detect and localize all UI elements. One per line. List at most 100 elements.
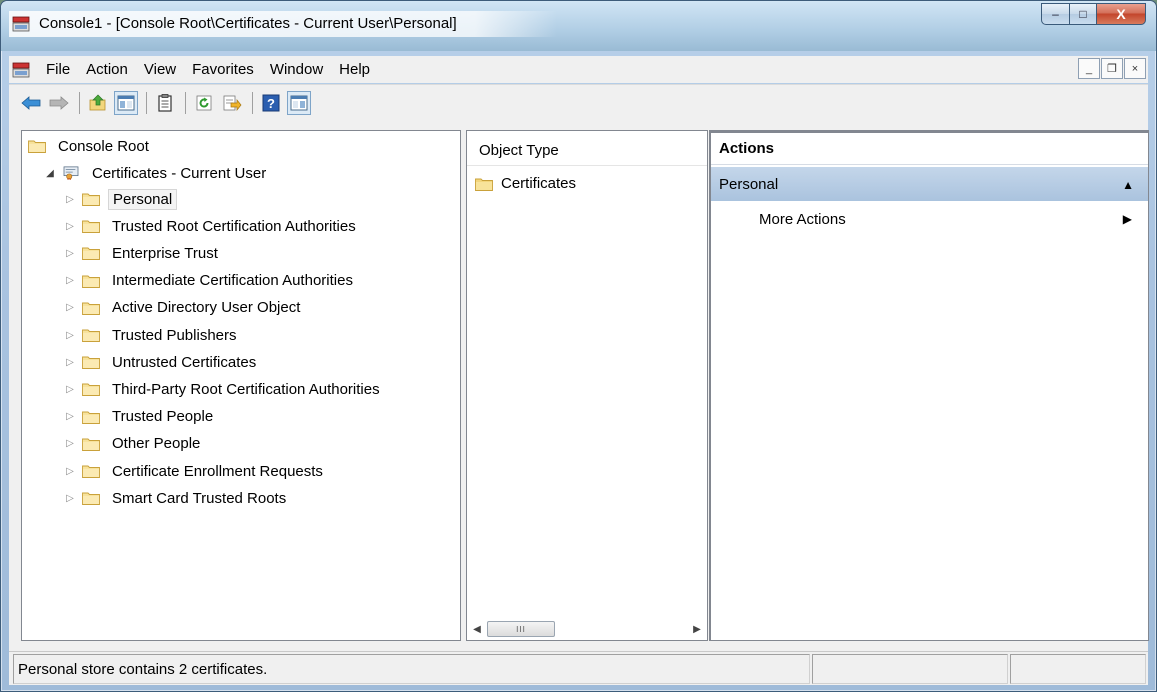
tree-node-store[interactable]: ▷ Untrusted Certificates: [64, 350, 260, 374]
mdi-close-button[interactable]: ×: [1124, 58, 1146, 79]
refresh-icon: [196, 95, 212, 110]
caption-buttons: – □ X: [1041, 3, 1146, 25]
mdi-minimize-button[interactable]: _: [1078, 58, 1100, 79]
tree-label: Console Root: [58, 137, 149, 155]
menu-window[interactable]: Window: [262, 61, 331, 78]
action-label: More Actions: [759, 210, 846, 228]
status-text: Personal store contains 2 certificates.: [13, 654, 810, 684]
show-hide-console-tree-icon: [117, 95, 135, 110]
list-item-certificates[interactable]: Certificates: [475, 175, 576, 192]
menu-action[interactable]: Action: [78, 61, 136, 78]
console-tree-pane[interactable]: Console Root ◢ Certificates - Current Us…: [21, 130, 461, 641]
up-one-level-button[interactable]: [86, 91, 110, 115]
back-button[interactable]: [19, 91, 43, 115]
folder-icon: [82, 220, 100, 234]
folder-icon: [28, 140, 46, 153]
tree-node-store[interactable]: ▷ Personal: [64, 187, 178, 211]
column-header-object-type[interactable]: Object Type: [467, 131, 707, 166]
help-button[interactable]: ?: [259, 91, 283, 115]
main-area: Console Root ◢ Certificates - Current Us…: [9, 120, 1149, 651]
collapsed-arrow-icon[interactable]: ▷: [64, 193, 76, 205]
status-bar: Personal store contains 2 certificates.: [9, 651, 1148, 685]
forward-button[interactable]: [47, 91, 71, 115]
tree-node-store[interactable]: ▷ Trusted People: [64, 405, 217, 429]
collapsed-arrow-icon[interactable]: ▷: [64, 438, 76, 450]
tree-node-console-root[interactable]: Console Root: [28, 134, 153, 158]
status-panel-3: [1010, 654, 1146, 684]
tree-node-certificates-current-user[interactable]: ◢ Certificates - Current User: [44, 161, 270, 185]
tree-label: Third-Party Root Certification Authoriti…: [112, 380, 380, 398]
menu-help[interactable]: Help: [331, 61, 378, 78]
collapsed-arrow-icon[interactable]: ▷: [64, 465, 76, 477]
toolbar-separator: [252, 91, 253, 114]
document-system-menu-icon[interactable]: [12, 61, 30, 79]
folder-icon: [82, 383, 100, 397]
show-hide-action-pane-icon: [290, 95, 308, 110]
action-more-actions[interactable]: More Actions ▶: [759, 206, 1148, 232]
tree-node-store[interactable]: ▷ Enterprise Trust: [64, 241, 222, 265]
status-panel-2: [812, 654, 1008, 684]
collapsed-arrow-icon[interactable]: ▷: [64, 220, 76, 232]
collapse-up-icon[interactable]: ▲: [1122, 178, 1134, 192]
collapsed-arrow-icon[interactable]: ▷: [64, 329, 76, 341]
collapsed-arrow-icon[interactable]: ▷: [64, 247, 76, 259]
title-bar[interactable]: Console1 - [Console Root\Certificates - …: [1, 1, 1156, 51]
folder-icon: [82, 193, 100, 206]
tree-label: Untrusted Certificates: [112, 353, 257, 371]
close-button[interactable]: X: [1097, 3, 1146, 25]
minimize-button[interactable]: –: [1041, 3, 1070, 25]
expanded-arrow-icon[interactable]: ◢: [44, 167, 56, 179]
tree-label: Enterprise Trust: [112, 244, 218, 262]
mmc-app-icon[interactable]: [12, 15, 30, 33]
toolbar-separator: [185, 91, 186, 114]
tree-node-store[interactable]: ▷ Certificate Enrollment Requests: [64, 459, 327, 483]
collapsed-arrow-icon[interactable]: ▷: [64, 383, 76, 395]
help-icon: ?: [262, 94, 280, 111]
show-hide-action-pane-button[interactable]: [287, 90, 311, 115]
folder-icon: [82, 247, 100, 261]
tree-label: Trusted Root Certification Authorities: [112, 217, 356, 235]
properties-button[interactable]: [153, 91, 177, 115]
collapsed-arrow-icon[interactable]: ▷: [64, 275, 76, 287]
menu-bar: File Action View Favorites Window Help _…: [9, 56, 1148, 83]
scroll-left-arrow-icon[interactable]: ◀: [469, 624, 485, 635]
tree-node-store[interactable]: ▷ Active Directory User Object: [64, 296, 304, 320]
collapsed-arrow-icon[interactable]: ▷: [64, 411, 76, 423]
folder-icon: [82, 356, 100, 370]
results-pane[interactable]: Object Type Certificates ◀ III ▶: [466, 130, 708, 641]
scroll-thumb[interactable]: III: [487, 621, 555, 637]
refresh-button[interactable]: [192, 91, 216, 115]
maximize-button[interactable]: □: [1070, 3, 1097, 25]
collapsed-arrow-icon[interactable]: ▷: [64, 302, 76, 314]
menu-file[interactable]: File: [38, 61, 78, 78]
back-icon: [21, 95, 41, 110]
horizontal-scrollbar[interactable]: ◀ III ▶: [469, 620, 705, 638]
svg-text:?: ?: [267, 96, 275, 111]
tree-node-store[interactable]: ▷ Third-Party Root Certification Authorit…: [64, 377, 384, 401]
tree-label: Trusted Publishers: [112, 326, 237, 344]
folder-icon: [82, 465, 100, 478]
mdi-restore-button[interactable]: ❐: [1101, 58, 1123, 79]
window-title: Console1 - [Console Root\Certificates - …: [39, 15, 457, 32]
tree-node-store[interactable]: ▷ Trusted Publishers: [64, 323, 241, 347]
actions-section-personal[interactable]: Personal ▲: [711, 167, 1148, 201]
scroll-right-arrow-icon[interactable]: ▶: [689, 624, 705, 635]
tree-label: Active Directory User Object: [112, 299, 301, 317]
collapsed-arrow-icon[interactable]: ▷: [64, 492, 76, 504]
tree-label: Smart Card Trusted Roots: [112, 489, 287, 507]
tree-node-store[interactable]: ▷ Smart Card Trusted Roots: [64, 486, 290, 510]
tree-node-store[interactable]: ▷ Other People: [64, 432, 204, 456]
list-item-label: Certificates: [501, 175, 577, 192]
menu-favorites[interactable]: Favorites: [184, 61, 262, 78]
folder-icon: [82, 411, 100, 424]
tree-node-store[interactable]: ▷ Trusted Root Certification Authorities: [64, 214, 360, 238]
collapsed-arrow-icon[interactable]: ▷: [64, 356, 76, 368]
mmc-window: Console1 - [Console Root\Certificates - …: [0, 0, 1157, 692]
scroll-track[interactable]: III: [485, 621, 689, 637]
folder-icon: [82, 492, 100, 506]
show-hide-console-tree-button[interactable]: [114, 90, 138, 115]
menu-view[interactable]: View: [136, 61, 184, 78]
export-list-button[interactable]: [220, 91, 244, 115]
tree-node-store[interactable]: ▷ Intermediate Certification Authorities: [64, 269, 357, 293]
tree-label: Certificate Enrollment Requests: [112, 462, 323, 480]
